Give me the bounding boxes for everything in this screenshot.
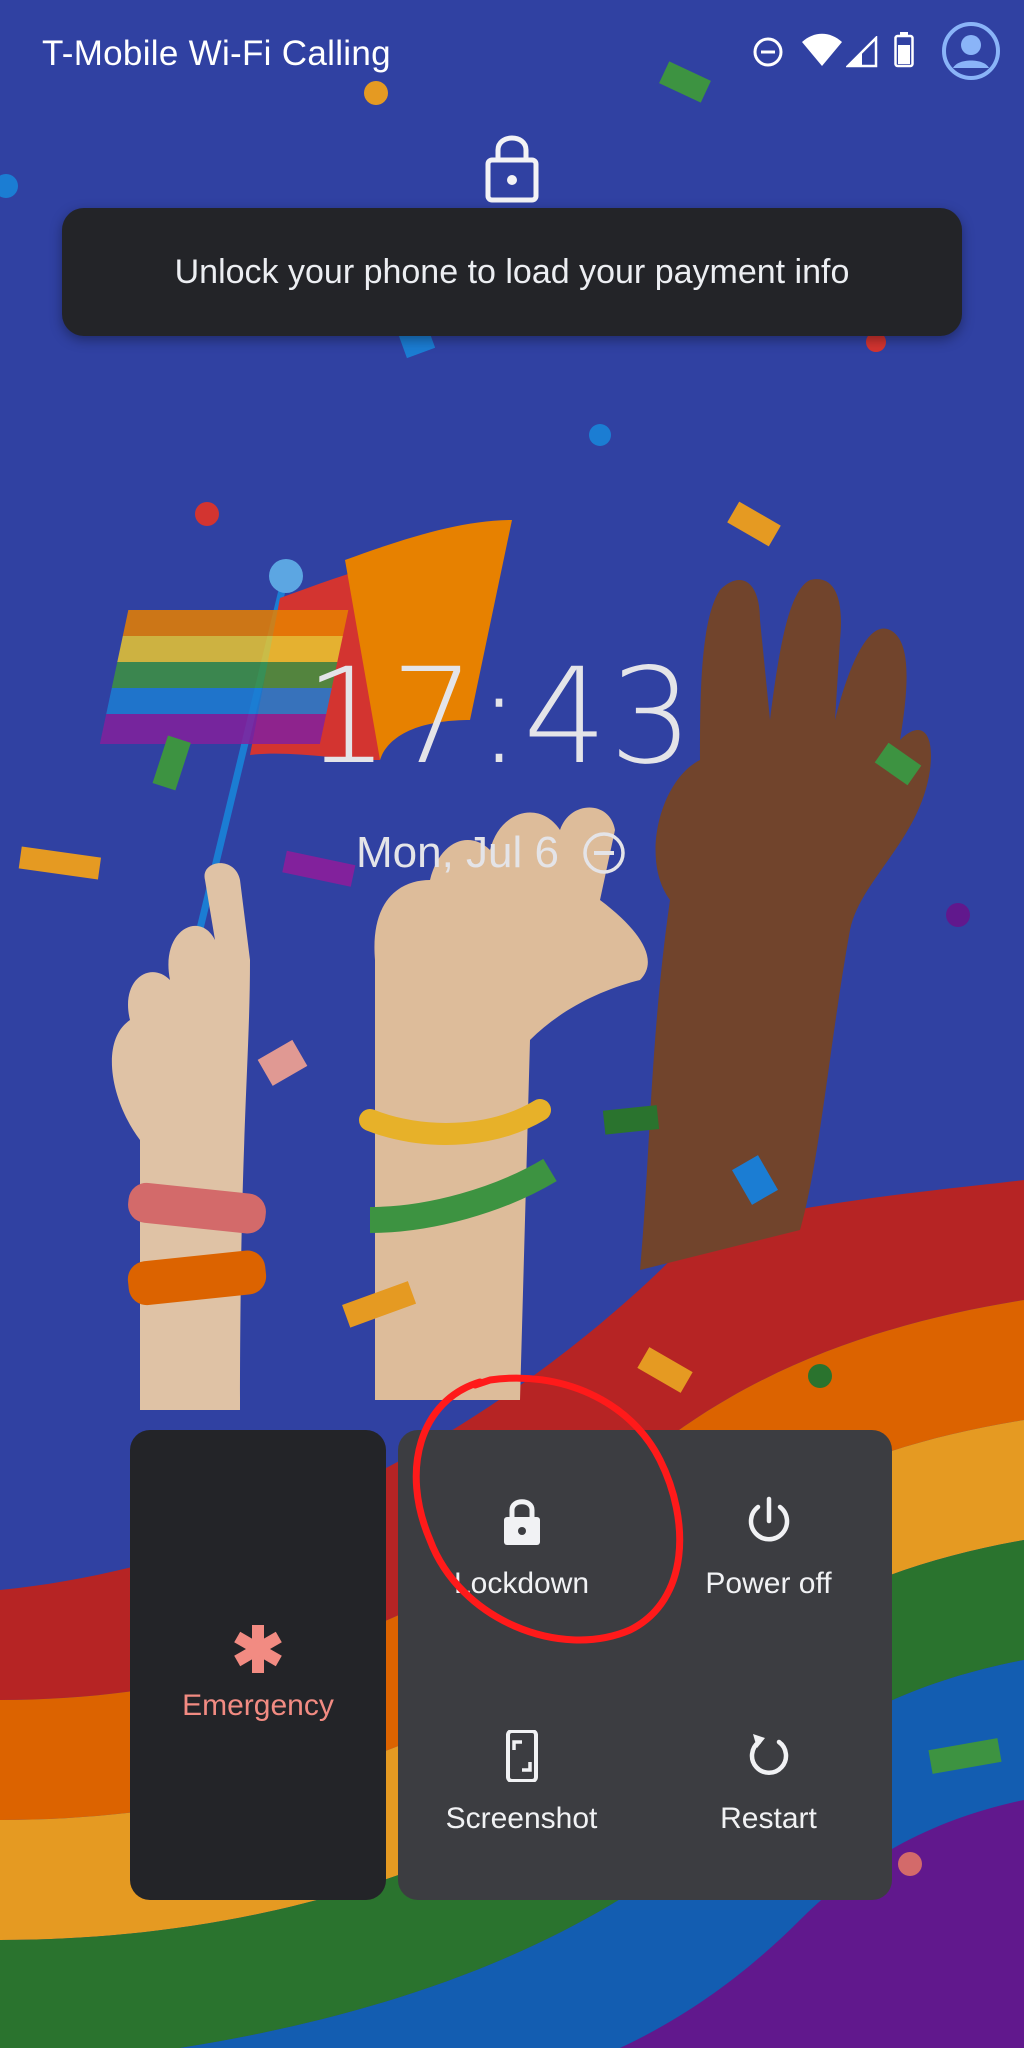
- asterisk-icon: [234, 1625, 282, 1673]
- cell-signal-icon: [846, 36, 878, 68]
- emergency-button[interactable]: Emergency: [130, 1430, 386, 1900]
- emergency-label: Emergency: [182, 1689, 334, 1722]
- screenshot-icon: [505, 1729, 538, 1782]
- wifi-icon: [802, 33, 842, 66]
- screenshot-label: Screenshot: [445, 1801, 598, 1835]
- lockscreen-clock: 17:43: [304, 640, 696, 794]
- lockscreen-date: Mon, Jul 6: [356, 828, 559, 877]
- toast-text: Unlock your phone to load your payment i…: [174, 252, 850, 291]
- status-bar: T-Mobile Wi-Fi Calling: [0, 0, 1024, 110]
- restart-label: Restart: [720, 1801, 817, 1835]
- battery-icon: [894, 32, 914, 68]
- do-not-disturb-icon: [753, 37, 783, 67]
- restart-icon: [749, 1733, 788, 1775]
- power-icon: [748, 1496, 789, 1541]
- lockdown-label: Lockdown: [453, 1566, 590, 1600]
- carrier-label: T-Mobile Wi-Fi Calling: [42, 34, 391, 73]
- toast-message: Unlock your phone to load your payment i…: [62, 208, 962, 336]
- restart-button[interactable]: Restart: [645, 1665, 892, 1900]
- lockscreen-date-row: Mon, Jul 6: [356, 826, 627, 880]
- lock-icon: [485, 135, 539, 203]
- lockdown-button[interactable]: Lockdown: [398, 1430, 645, 1665]
- screenshot-button[interactable]: Screenshot: [398, 1665, 645, 1900]
- lock-icon: [503, 1498, 540, 1545]
- power-off-label: Power off: [705, 1566, 832, 1600]
- user-avatar-icon[interactable]: [942, 22, 1000, 80]
- power-menu-panel: Lockdown Power off Screenshot Restart: [398, 1430, 892, 1900]
- power-off-button[interactable]: Power off: [645, 1430, 892, 1665]
- do-not-disturb-icon: [583, 832, 625, 874]
